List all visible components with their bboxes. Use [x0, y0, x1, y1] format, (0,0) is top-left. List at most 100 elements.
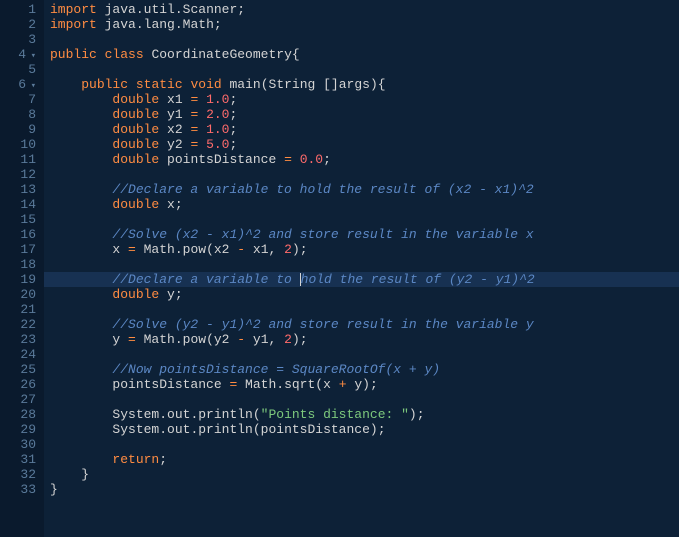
code-line[interactable]: //Solve (x2 - x1)^2 and store result in …: [44, 227, 679, 242]
token-ident: y: [347, 377, 363, 392]
code-line[interactable]: //Declare a variable to hold the result …: [44, 272, 679, 287]
code-line[interactable]: y = Math.pow(y2 - y1, 2);: [44, 332, 679, 347]
line-number: 28: [6, 407, 36, 422]
code-line[interactable]: import java.util.Scanner;: [44, 2, 679, 17]
code-line[interactable]: double x1 = 1.0;: [44, 92, 679, 107]
line-number: 8: [6, 107, 36, 122]
token-punct: ): [370, 77, 378, 92]
token-ident: [198, 137, 206, 152]
token-punct: .: [175, 332, 183, 347]
token-punct: .: [159, 407, 167, 422]
code-line[interactable]: }: [44, 467, 679, 482]
token-punct: ;: [237, 2, 245, 17]
code-line[interactable]: import java.lang.Math;: [44, 17, 679, 32]
code-line[interactable]: x = Math.pow(x2 - x1, 2);: [44, 242, 679, 257]
code-line[interactable]: System.out.println(pointsDistance);: [44, 422, 679, 437]
token-kw: public: [81, 77, 128, 92]
token-punct: ;: [378, 422, 386, 437]
token-ident: [50, 452, 112, 467]
token-ident: y1: [245, 332, 268, 347]
code-line[interactable]: //Now pointsDistance = SquareRootOf(x + …: [44, 362, 679, 377]
line-number: 31: [6, 452, 36, 467]
code-line[interactable]: [44, 392, 679, 407]
token-ident: y2: [159, 137, 190, 152]
token-type: double: [112, 287, 159, 302]
token-ident: y2: [214, 332, 237, 347]
token-type: double: [112, 197, 159, 212]
token-punct: }: [81, 467, 89, 482]
code-line[interactable]: [44, 167, 679, 182]
code-line[interactable]: //Solve (y2 - y1)^2 and store result in …: [44, 317, 679, 332]
code-line[interactable]: System.out.println("Points distance: ");: [44, 407, 679, 422]
token-punct: ;: [229, 92, 237, 107]
token-ident: x1: [159, 92, 190, 107]
token-num: 5.0: [206, 137, 229, 152]
code-line[interactable]: double y2 = 5.0;: [44, 137, 679, 152]
token-op: =: [128, 332, 136, 347]
token-ident: pointsDistance: [159, 152, 284, 167]
code-line[interactable]: //Declare a variable to hold the result …: [44, 182, 679, 197]
code-editor[interactable]: 1234▾56▾78910111213141516171819202122232…: [0, 0, 679, 537]
token-type: double: [112, 137, 159, 152]
token-ident: [50, 287, 112, 302]
token-punct: ): [292, 242, 300, 257]
token-punct: }: [50, 482, 58, 497]
token-punct: ;: [417, 407, 425, 422]
line-number: 2: [6, 17, 36, 32]
code-line[interactable]: double x2 = 1.0;: [44, 122, 679, 137]
line-number: 19: [6, 272, 36, 287]
token-ident: java: [97, 2, 136, 17]
code-line[interactable]: public class CoordinateGeometry{: [44, 47, 679, 62]
token-kw: void: [190, 77, 221, 92]
code-line[interactable]: [44, 302, 679, 317]
token-punct: []: [323, 77, 339, 92]
code-line[interactable]: [44, 212, 679, 227]
code-line[interactable]: public static void main(String []args){: [44, 77, 679, 92]
code-line[interactable]: double y1 = 2.0;: [44, 107, 679, 122]
token-ident: System: [50, 422, 159, 437]
token-cmt: //Declare a variable to hold the result …: [112, 182, 533, 197]
token-punct: (: [206, 332, 214, 347]
line-number: 11: [6, 152, 36, 167]
line-number-gutter: 1234▾56▾78910111213141516171819202122232…: [0, 0, 44, 537]
line-number: 23: [6, 332, 36, 347]
code-line[interactable]: }: [44, 482, 679, 497]
token-cmt: hold the result of (y2 - y1)^2: [301, 272, 535, 287]
token-ident: [50, 272, 112, 287]
token-ident: pow: [183, 242, 206, 257]
line-number: 14: [6, 197, 36, 212]
code-line[interactable]: [44, 347, 679, 362]
code-area[interactable]: import java.util.Scanner;import java.lan…: [44, 0, 679, 537]
token-kw: class: [105, 47, 144, 62]
token-ident: [50, 122, 112, 137]
token-ident: util: [144, 2, 175, 17]
token-ident: y: [159, 287, 175, 302]
line-number: 17: [6, 242, 36, 257]
code-line[interactable]: double pointsDistance = 0.0;: [44, 152, 679, 167]
token-cmt: //Solve (x2 - x1)^2 and store result in …: [112, 227, 533, 242]
code-line[interactable]: return;: [44, 452, 679, 467]
token-ident: x2: [214, 242, 237, 257]
token-op: -: [237, 242, 245, 257]
code-line[interactable]: [44, 437, 679, 452]
line-number: 1: [6, 2, 36, 17]
token-punct: .: [276, 377, 284, 392]
token-num: 2: [284, 332, 292, 347]
token-ident: [198, 122, 206, 137]
code-line[interactable]: pointsDistance = Math.sqrt(x + y);: [44, 377, 679, 392]
code-line[interactable]: [44, 62, 679, 77]
token-punct: .: [159, 422, 167, 437]
token-ident: [276, 242, 284, 257]
token-ident: [50, 227, 112, 242]
token-punct: ): [370, 422, 378, 437]
code-line[interactable]: [44, 32, 679, 47]
code-line[interactable]: double x;: [44, 197, 679, 212]
token-num: 2: [284, 242, 292, 257]
token-punct: ;: [214, 17, 222, 32]
code-line[interactable]: double y;: [44, 287, 679, 302]
code-line[interactable]: [44, 257, 679, 272]
token-ident: [50, 182, 112, 197]
token-punct: (: [206, 242, 214, 257]
token-ident: args: [339, 77, 370, 92]
line-number: 18: [6, 257, 36, 272]
